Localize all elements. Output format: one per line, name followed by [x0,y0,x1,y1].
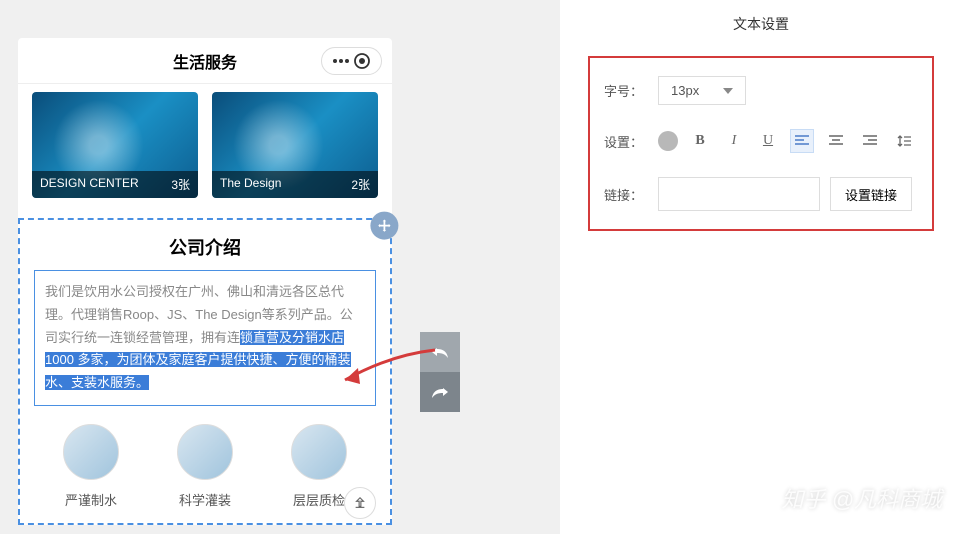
feature-item[interactable]: 层层质检 [291,424,347,509]
set-link-button[interactable]: 设置链接 [830,177,912,211]
line-height-button[interactable] [892,129,916,153]
feature-item[interactable]: 严谨制水 [63,424,119,509]
feature-image [177,424,233,480]
feature-label: 层层质检 [293,490,345,509]
image-count: 2张 [351,176,370,193]
link-row: 链接： 设置链接 [604,177,918,211]
image-card[interactable]: The Design 2张 [212,92,378,198]
format-row: 设置： B I U [604,129,918,153]
share-button[interactable] [344,487,376,519]
header-controls[interactable] [321,47,382,75]
bold-button[interactable]: B [688,129,712,153]
settings-box: 字号： 13px 设置： B I U 链接： 设置链接 [588,56,934,231]
section-title: 公司介绍 [34,234,376,260]
text-settings-panel: 文本设置 字号： 13px 设置： B I U 链接： [560,0,962,534]
font-size-label: 字号： [604,81,658,100]
feature-label: 科学灌装 [179,490,231,509]
feature-item[interactable]: 科学灌装 [177,424,233,509]
panel-title: 文本设置 [560,0,962,48]
undo-button[interactable] [420,332,460,372]
align-right-button[interactable] [858,129,882,153]
more-icon [332,58,350,64]
target-icon [353,52,371,70]
app-title: 生活服务 [173,49,237,73]
format-label: 设置： [604,132,658,151]
company-section[interactable]: 公司介绍 我们是饮用水公司授权在广州、佛山和清远各区总代理。代理销售Roop、J… [18,218,392,525]
font-size-value: 13px [671,83,699,98]
feature-image [63,424,119,480]
italic-button[interactable]: I [722,129,746,153]
image-card[interactable]: DESIGN CENTER 3张 [32,92,198,198]
image-title: DESIGN CENTER [40,176,139,193]
image-gallery-row: DESIGN CENTER 3张 The Design 2张 [18,84,392,212]
align-left-button[interactable] [790,129,814,153]
app-header: 生活服务 [18,38,392,84]
watermark: 知乎 @凡科商城 [782,482,942,514]
underline-button[interactable]: U [756,129,780,153]
align-center-button[interactable] [824,129,848,153]
image-count: 3张 [171,176,190,193]
link-input[interactable] [658,177,820,211]
chevron-down-icon [723,88,733,94]
redo-button[interactable] [420,372,460,412]
link-label: 链接： [604,185,658,204]
move-handle[interactable] [370,212,398,240]
feature-image [291,424,347,480]
image-title: The Design [220,176,281,193]
text-color-button[interactable] [658,131,678,151]
feature-label: 严谨制水 [65,490,117,509]
format-toolbar: B I U [658,129,916,153]
feature-row: 严谨制水 科学灌装 层层质检 [34,424,376,509]
company-text[interactable]: 我们是饮用水公司授权在广州、佛山和清远各区总代理。代理销售Roop、JS、The… [34,270,376,406]
font-size-select[interactable]: 13px [658,76,746,105]
undo-redo-group [420,332,460,412]
font-size-row: 字号： 13px [604,76,918,105]
